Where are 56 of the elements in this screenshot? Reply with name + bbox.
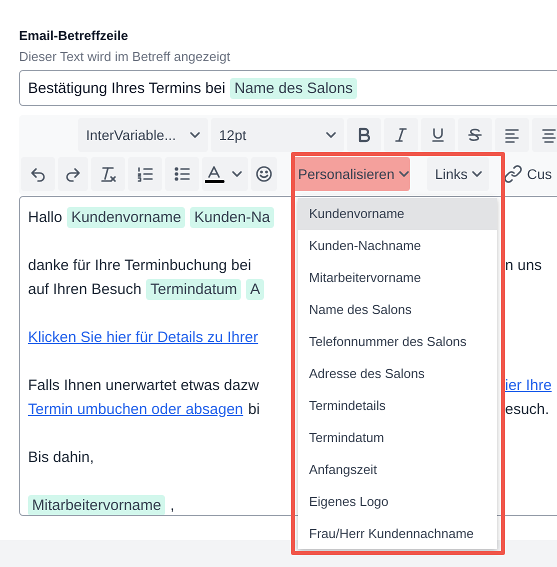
body-text: bi xyxy=(248,400,260,418)
font-size-select[interactable]: 12pt xyxy=(211,118,344,152)
align-center-icon[interactable] xyxy=(532,118,557,152)
body-text: , xyxy=(170,496,174,514)
custom-button[interactable]: Cus xyxy=(492,157,557,191)
field-label: Email-Betreffzeile xyxy=(19,27,130,45)
placeholder-tag: Kunden-Na xyxy=(190,206,274,228)
text-color-icon[interactable] xyxy=(202,157,248,191)
align-left-icon[interactable] xyxy=(495,118,529,152)
undo-icon[interactable] xyxy=(21,157,55,191)
font-select[interactable]: InterVariable... xyxy=(78,118,208,152)
placeholder-tag: Termindatum xyxy=(146,278,242,300)
field-hint: Dieser Text wird im Betreff angezeigt xyxy=(19,48,232,66)
emoji-icon[interactable] xyxy=(251,157,277,191)
italic-icon[interactable] xyxy=(384,118,418,152)
subject-field[interactable]: Bestätigung Ihres Termins bei Name des Salons xyxy=(19,70,557,106)
menu-item[interactable]: Telefonnummer des Salons xyxy=(298,326,497,358)
links-dropdown[interactable]: Links xyxy=(427,157,489,191)
body-text: auf Ihren Besuch xyxy=(28,280,142,298)
personalize-dropdown[interactable]: Personalisieren xyxy=(292,157,410,191)
link[interactable]: Klicken Sie hier für Details zu Ihrer xyxy=(28,328,258,346)
body-text: Bestätigung Ihres Termins bei xyxy=(28,80,226,96)
body-text: Hallo xyxy=(28,208,62,226)
caret-icon xyxy=(326,132,336,138)
menu-item[interactable]: Mitarbeitervorname xyxy=(298,262,497,294)
menu-item[interactable]: Termindetails xyxy=(298,390,497,422)
clear-format-icon[interactable] xyxy=(91,157,125,191)
underline-icon[interactable] xyxy=(421,118,455,152)
caret-icon xyxy=(398,171,408,177)
menu-item[interactable]: Anfangszeit xyxy=(298,454,497,486)
numbered-list-icon[interactable] xyxy=(128,157,162,191)
menu-item[interactable]: Frau/Herr Kundennachname xyxy=(298,518,497,550)
redo-icon[interactable] xyxy=(58,157,88,191)
caret-icon xyxy=(472,171,482,177)
body-text: Falls Ihnen unerwartet etwas dazw xyxy=(28,376,259,394)
caret-icon xyxy=(190,132,200,138)
body-text: n uns xyxy=(505,256,542,274)
strikethrough-icon[interactable] xyxy=(458,118,492,152)
placeholder-tag: Mitarbeitervorname xyxy=(28,494,166,515)
body-text: esuch. xyxy=(505,400,550,418)
menu-item[interactable]: Adresse des Salons xyxy=(298,358,497,390)
link[interactable]: ier Ihre xyxy=(505,376,552,394)
menu-item[interactable]: Kunden-Nachname xyxy=(298,230,497,262)
placeholder-tag: A xyxy=(246,278,264,300)
menu-item[interactable]: Name des Salons xyxy=(298,294,497,326)
menu-item[interactable]: Eigenes Logo xyxy=(298,486,497,518)
link[interactable]: Termin umbuchen oder absagen xyxy=(28,400,244,418)
bold-icon[interactable] xyxy=(347,118,381,152)
menu-item[interactable]: Termindatum xyxy=(298,422,497,454)
bullet-list-icon[interactable] xyxy=(165,157,199,191)
body-text: danke für Ihre Terminbuchung bei xyxy=(28,256,252,274)
placeholder-tag: Kundenvorname xyxy=(67,206,186,228)
placeholder-tag: Name des Salons xyxy=(230,78,357,98)
menu-item[interactable]: Kundenvorname xyxy=(298,198,497,230)
link-icon xyxy=(504,165,522,183)
body-text: Bis dahin, xyxy=(28,448,94,466)
